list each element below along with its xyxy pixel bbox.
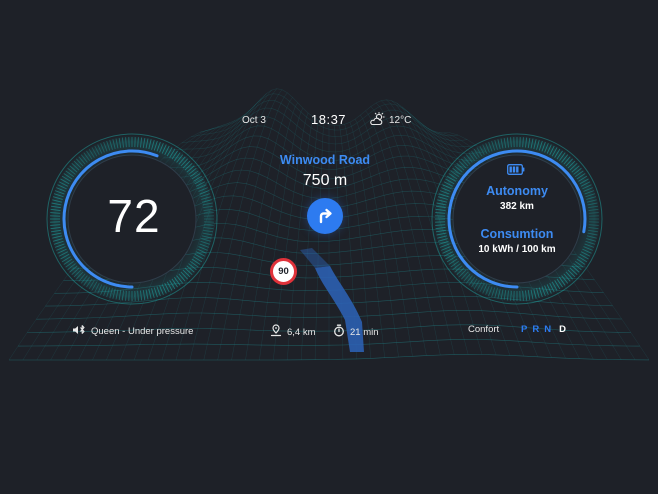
consumption-label: Consumtion xyxy=(480,227,554,241)
battery-icon xyxy=(507,162,525,180)
gear-r[interactable]: R xyxy=(532,324,539,335)
gear-selector: P R N D xyxy=(521,324,566,335)
gear-n[interactable]: N xyxy=(544,324,551,335)
drive-mode[interactable]: Confort xyxy=(468,324,499,335)
autonomy-label: Autonomy xyxy=(486,184,548,198)
route-time-value: 21 min xyxy=(350,326,379,338)
gear-p[interactable]: P xyxy=(521,324,527,335)
media-now-playing[interactable]: Queen - Under pressure xyxy=(72,324,193,339)
track-title: Queen - Under pressure xyxy=(91,326,194,337)
date-label: Oct 3 xyxy=(242,115,266,126)
consumption-value: 10 kWh / 100 km xyxy=(478,244,556,255)
speed-value: 72 xyxy=(107,190,161,242)
route-distance-value: 6,4 km xyxy=(287,326,316,338)
route-time-info: 21 min xyxy=(333,324,379,340)
energy-gauge xyxy=(431,133,603,305)
turn-distance: 750 m xyxy=(302,172,348,189)
turn-right-arrow-icon[interactable] xyxy=(307,198,343,234)
street-name: Winwood Road xyxy=(279,153,371,167)
route-pin-icon xyxy=(270,324,282,340)
partly-cloudy-icon xyxy=(369,112,385,126)
clock-time: 18:37 xyxy=(311,112,347,127)
route-road-far xyxy=(300,248,330,268)
speed-limit-sign: 90 xyxy=(270,258,297,285)
gear-d[interactable]: D xyxy=(559,324,566,335)
autonomy-value: 382 km xyxy=(500,201,534,212)
temperature-label: 12°C xyxy=(389,115,412,126)
terrain-line xyxy=(273,112,309,361)
terrain-line xyxy=(370,106,441,356)
stopwatch-icon xyxy=(333,324,345,340)
bluetooth-audio-icon xyxy=(72,324,86,339)
route-distance-info: 6,4 km xyxy=(270,324,316,340)
terrain-line xyxy=(217,92,288,361)
